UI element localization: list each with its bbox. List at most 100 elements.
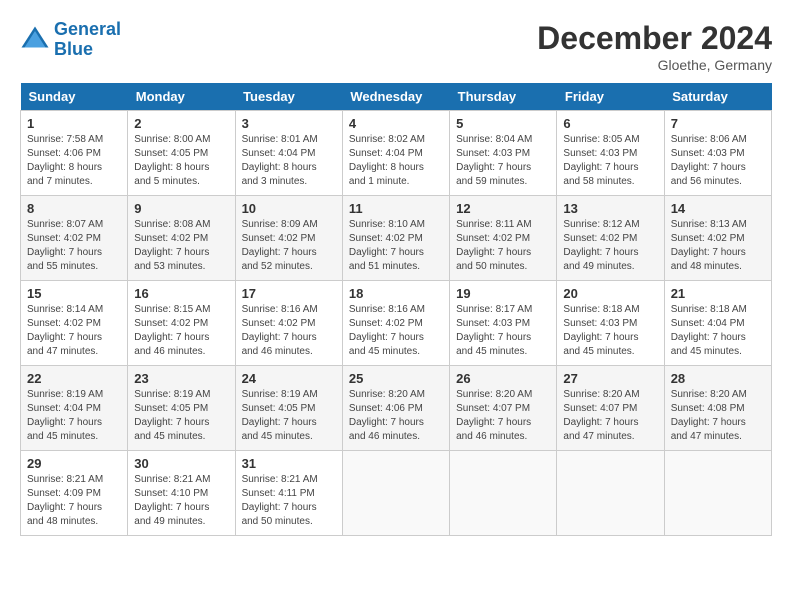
logo-line1: General: [54, 19, 121, 39]
day-number: 24: [242, 371, 336, 386]
day-header-saturday: Saturday: [664, 83, 771, 111]
day-number: 27: [563, 371, 657, 386]
day-number: 8: [27, 201, 121, 216]
day-info: Sunrise: 8:14 AM Sunset: 4:02 PM Dayligh…: [27, 303, 121, 359]
day-number: 29: [27, 456, 121, 471]
day-cell-17: 17 Sunrise: 8:16 AM Sunset: 4:02 PM Dayli…: [235, 281, 342, 366]
day-info: Sunrise: 8:05 AM Sunset: 4:03 PM Dayligh…: [563, 133, 657, 189]
day-info: Sunrise: 8:20 AM Sunset: 4:08 PM Dayligh…: [671, 388, 765, 444]
logo-icon: [20, 25, 50, 55]
day-number: 5: [456, 116, 550, 131]
day-number: 19: [456, 286, 550, 301]
empty-cell: [557, 451, 664, 536]
day-number: 11: [349, 201, 443, 216]
day-info: Sunrise: 7:58 AM Sunset: 4:06 PM Dayligh…: [27, 133, 121, 189]
day-info: Sunrise: 8:21 AM Sunset: 4:10 PM Dayligh…: [134, 473, 228, 529]
day-info: Sunrise: 8:20 AM Sunset: 4:06 PM Dayligh…: [349, 388, 443, 444]
day-cell-6: 6Sunrise: 8:05 AM Sunset: 4:03 PM Daylig…: [557, 111, 664, 196]
day-number: 21: [671, 286, 765, 301]
day-info: Sunrise: 8:12 AM Sunset: 4:02 PM Dayligh…: [563, 218, 657, 274]
empty-cell: [664, 451, 771, 536]
day-cell-26: 26 Sunrise: 8:20 AM Sunset: 4:07 PM Dayli…: [450, 366, 557, 451]
day-header-monday: Monday: [128, 83, 235, 111]
day-info: Sunrise: 8:01 AM Sunset: 4:04 PM Dayligh…: [242, 133, 336, 189]
day-header-sunday: Sunday: [21, 83, 128, 111]
day-info: Sunrise: 8:19 AM Sunset: 4:05 PM Dayligh…: [242, 388, 336, 444]
week-row-5: 29Sunrise: 8:21 AM Sunset: 4:09 PM Dayli…: [21, 451, 772, 536]
day-info: Sunrise: 8:11 AM Sunset: 4:02 PM Dayligh…: [456, 218, 550, 274]
day-cell-18: 18 Sunrise: 8:16 AM Sunset: 4:02 PM Dayli…: [342, 281, 449, 366]
calendar-header: SundayMondayTuesdayWednesdayThursdayFrid…: [21, 83, 772, 111]
month-title: December 2024: [537, 20, 772, 57]
day-cell-28: 28 Sunrise: 8:20 AM Sunset: 4:08 PM Dayli…: [664, 366, 771, 451]
day-number: 15: [27, 286, 121, 301]
day-number: 17: [242, 286, 336, 301]
day-info: Sunrise: 8:20 AM Sunset: 4:07 PM Dayligh…: [563, 388, 657, 444]
day-cell-13: 13 Sunrise: 8:12 AM Sunset: 4:02 PM Dayli…: [557, 196, 664, 281]
day-info: Sunrise: 8:20 AM Sunset: 4:07 PM Dayligh…: [456, 388, 550, 444]
day-number: 7: [671, 116, 765, 131]
day-cell-11: 11Sunrise: 8:10 AM Sunset: 4:02 PM Dayli…: [342, 196, 449, 281]
empty-cell: [342, 451, 449, 536]
day-info: Sunrise: 8:19 AM Sunset: 4:05 PM Dayligh…: [134, 388, 228, 444]
day-number: 4: [349, 116, 443, 131]
day-info: Sunrise: 8:18 AM Sunset: 4:03 PM Dayligh…: [563, 303, 657, 359]
day-info: Sunrise: 8:06 AM Sunset: 4:03 PM Dayligh…: [671, 133, 765, 189]
day-info: Sunrise: 8:04 AM Sunset: 4:03 PM Dayligh…: [456, 133, 550, 189]
day-number: 9: [134, 201, 228, 216]
calendar-table: SundayMondayTuesdayWednesdayThursdayFrid…: [20, 83, 772, 536]
day-cell-2: 2Sunrise: 8:00 AM Sunset: 4:05 PM Daylig…: [128, 111, 235, 196]
day-cell-20: 20Sunrise: 8:18 AM Sunset: 4:03 PM Dayli…: [557, 281, 664, 366]
day-number: 30: [134, 456, 228, 471]
day-cell-14: 14Sunrise: 8:13 AM Sunset: 4:02 PM Dayli…: [664, 196, 771, 281]
day-number: 3: [242, 116, 336, 131]
title-area: December 2024 Gloethe, Germany: [537, 20, 772, 73]
day-number: 22: [27, 371, 121, 386]
day-info: Sunrise: 8:08 AM Sunset: 4:02 PM Dayligh…: [134, 218, 228, 274]
day-info: Sunrise: 8:00 AM Sunset: 4:05 PM Dayligh…: [134, 133, 228, 189]
day-number: 18: [349, 286, 443, 301]
day-info: Sunrise: 8:21 AM Sunset: 4:11 PM Dayligh…: [242, 473, 336, 529]
day-cell-16: 16 Sunrise: 8:15 AM Sunset: 4:02 PM Dayli…: [128, 281, 235, 366]
day-cell-31: 31 Sunrise: 8:21 AM Sunset: 4:11 PM Dayli…: [235, 451, 342, 536]
week-row-2: 8 Sunrise: 8:07 AM Sunset: 4:02 PM Daylig…: [21, 196, 772, 281]
logo-line2: Blue: [54, 39, 93, 59]
day-cell-25: 25Sunrise: 8:20 AM Sunset: 4:06 PM Dayli…: [342, 366, 449, 451]
empty-cell: [450, 451, 557, 536]
day-cell-10: 10Sunrise: 8:09 AM Sunset: 4:02 PM Dayli…: [235, 196, 342, 281]
day-number: 1: [27, 116, 121, 131]
day-cell-7: 7 Sunrise: 8:06 AM Sunset: 4:03 PM Daylig…: [664, 111, 771, 196]
day-info: Sunrise: 8:13 AM Sunset: 4:02 PM Dayligh…: [671, 218, 765, 274]
day-number: 26: [456, 371, 550, 386]
header: General Blue December 2024 Gloethe, Germ…: [20, 20, 772, 73]
day-info: Sunrise: 8:09 AM Sunset: 4:02 PM Dayligh…: [242, 218, 336, 274]
day-cell-21: 21Sunrise: 8:18 AM Sunset: 4:04 PM Dayli…: [664, 281, 771, 366]
day-cell-30: 30 Sunrise: 8:21 AM Sunset: 4:10 PM Dayli…: [128, 451, 235, 536]
day-info: Sunrise: 8:17 AM Sunset: 4:03 PM Dayligh…: [456, 303, 550, 359]
day-number: 13: [563, 201, 657, 216]
day-info: Sunrise: 8:16 AM Sunset: 4:02 PM Dayligh…: [349, 303, 443, 359]
day-cell-5: 5 Sunrise: 8:04 AM Sunset: 4:03 PM Daylig…: [450, 111, 557, 196]
day-number: 12: [456, 201, 550, 216]
day-number: 23: [134, 371, 228, 386]
day-cell-12: 12 Sunrise: 8:11 AM Sunset: 4:02 PM Dayli…: [450, 196, 557, 281]
day-cell-3: 3 Sunrise: 8:01 AM Sunset: 4:04 PM Daylig…: [235, 111, 342, 196]
days-header-row: SundayMondayTuesdayWednesdayThursdayFrid…: [21, 83, 772, 111]
day-info: Sunrise: 8:16 AM Sunset: 4:02 PM Dayligh…: [242, 303, 336, 359]
day-info: Sunrise: 8:02 AM Sunset: 4:04 PM Dayligh…: [349, 133, 443, 189]
day-number: 16: [134, 286, 228, 301]
calendar-body: 1 Sunrise: 7:58 AM Sunset: 4:06 PM Daylig…: [21, 111, 772, 536]
day-cell-19: 19 Sunrise: 8:17 AM Sunset: 4:03 PM Dayli…: [450, 281, 557, 366]
day-info: Sunrise: 8:15 AM Sunset: 4:02 PM Dayligh…: [134, 303, 228, 359]
day-header-thursday: Thursday: [450, 83, 557, 111]
day-cell-15: 15 Sunrise: 8:14 AM Sunset: 4:02 PM Dayli…: [21, 281, 128, 366]
day-cell-1: 1 Sunrise: 7:58 AM Sunset: 4:06 PM Daylig…: [21, 111, 128, 196]
logo-text: General Blue: [54, 20, 121, 60]
day-info: Sunrise: 8:07 AM Sunset: 4:02 PM Dayligh…: [27, 218, 121, 274]
day-cell-27: 27 Sunrise: 8:20 AM Sunset: 4:07 PM Dayli…: [557, 366, 664, 451]
day-number: 28: [671, 371, 765, 386]
day-header-tuesday: Tuesday: [235, 83, 342, 111]
location-subtitle: Gloethe, Germany: [537, 57, 772, 73]
week-row-4: 22Sunrise: 8:19 AM Sunset: 4:04 PM Dayli…: [21, 366, 772, 451]
day-number: 31: [242, 456, 336, 471]
